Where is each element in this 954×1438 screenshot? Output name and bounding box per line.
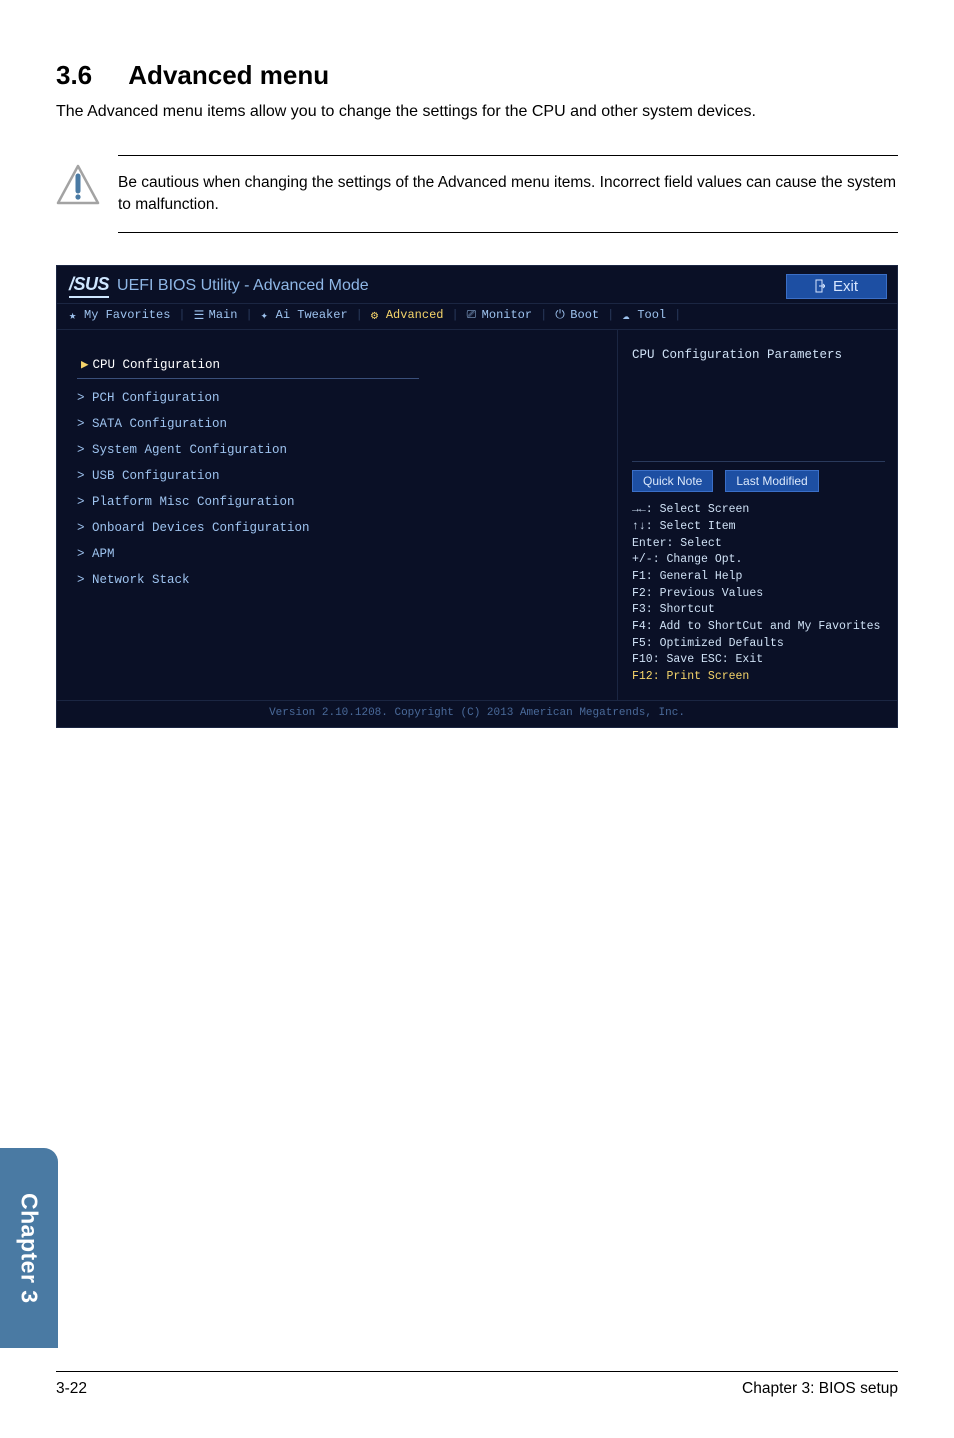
tab-tweaker[interactable]: ✦Ai Tweaker: [261, 308, 348, 323]
selection-marker-icon: ▶: [81, 358, 89, 372]
hint-line: →←: Select Screen: [632, 502, 885, 519]
hint-line: Enter: Select: [632, 536, 885, 553]
menu-item-platform-misc-config[interactable]: > Platform Misc Configuration: [73, 489, 607, 515]
tab-tool[interactable]: ☁Tool: [622, 308, 666, 323]
section-title-text: Advanced menu: [128, 60, 329, 90]
power-icon: ⏻: [555, 308, 567, 322]
tab-boot[interactable]: ⏻Boot: [555, 308, 599, 322]
asus-logo: /SUS: [69, 274, 109, 298]
hint-line: F1: General Help: [632, 569, 885, 586]
menu-item-usb-config[interactable]: > USB Configuration: [73, 463, 607, 489]
tab-main[interactable]: ☰Main: [194, 308, 238, 323]
bios-subtitle: UEFI BIOS Utility - Advanced Mode: [117, 277, 369, 295]
advanced-icon: ⚙: [371, 308, 383, 323]
menu-item-system-agent-config[interactable]: > System Agent Configuration: [73, 437, 607, 463]
star-icon: ★: [69, 308, 81, 323]
chip-icon: ✦: [261, 308, 273, 323]
page-number: 3-22: [56, 1380, 87, 1398]
tool-icon: ☁: [622, 308, 634, 323]
list-icon: ☰: [194, 308, 206, 323]
hint-line: F3: Shortcut: [632, 602, 885, 619]
item-description: CPU Configuration Parameters: [632, 344, 885, 362]
hint-line: F5: Optimized Defaults: [632, 636, 885, 653]
menu-item-apm[interactable]: > APM: [73, 541, 607, 567]
hint-line: F10: Save ESC: Exit: [632, 652, 885, 669]
last-modified-button[interactable]: Last Modified: [725, 470, 818, 492]
bios-titlebar: /SUS UEFI BIOS Utility - Advanced Mode E…: [57, 266, 897, 304]
bios-screenshot: /SUS UEFI BIOS Utility - Advanced Mode E…: [56, 265, 898, 728]
page-footer: 3-22 Chapter 3: BIOS setup: [56, 1371, 898, 1398]
menu-item-onboard-devices-config[interactable]: > Onboard Devices Configuration: [73, 515, 607, 541]
chapter-title-footer: Chapter 3: BIOS setup: [742, 1380, 898, 1398]
quick-note-button[interactable]: Quick Note: [632, 470, 713, 492]
exit-icon: [815, 279, 825, 293]
section-heading: 3.6 Advanced menu: [56, 60, 898, 91]
menu-item-network-stack[interactable]: > Network Stack: [73, 567, 607, 593]
hint-line: F4: Add to ShortCut and My Favorites: [632, 619, 885, 636]
exit-button[interactable]: Exit: [786, 274, 887, 299]
hint-line: ↑↓: Select Item: [632, 519, 885, 536]
caution-icon: [56, 163, 100, 207]
hint-line: +/-: Change Opt.: [632, 552, 885, 569]
bios-tabs: ★My Favorites| ☰Main| ✦Ai Tweaker| ⚙Adva…: [57, 304, 897, 330]
tab-favorites[interactable]: ★My Favorites: [69, 308, 170, 323]
monitor-icon: ⎚: [467, 308, 479, 322]
bios-menu-list: ▶CPU Configuration > PCH Configuration >…: [57, 330, 617, 700]
menu-item-sata-config[interactable]: > SATA Configuration: [73, 411, 607, 437]
key-hints: →←: Select Screen ↑↓: Select Item Enter:…: [632, 502, 885, 685]
hint-line: F12: Print Screen: [632, 669, 885, 686]
chapter-side-tab-label: Chapter 3: [16, 1193, 43, 1304]
section-lead: The Advanced menu items allow you to cha…: [56, 101, 898, 123]
section-number: 3.6: [56, 60, 92, 90]
hint-line: F2: Previous Values: [632, 586, 885, 603]
tab-monitor[interactable]: ⎚Monitor: [467, 308, 532, 322]
bios-right-panel: CPU Configuration Parameters Quick Note …: [617, 330, 897, 700]
tab-advanced[interactable]: ⚙Advanced: [371, 308, 444, 323]
exit-label: Exit: [833, 278, 858, 295]
chapter-side-tab: Chapter 3: [0, 1148, 58, 1348]
caution-text: Be cautious when changing the settings o…: [118, 155, 898, 232]
menu-item-pch-config[interactable]: > PCH Configuration: [73, 385, 607, 411]
bios-version-footer: Version 2.10.1208. Copyright (C) 2013 Am…: [57, 700, 897, 727]
menu-item-cpu-config[interactable]: ▶CPU Configuration: [73, 344, 607, 385]
caution-note: Be cautious when changing the settings o…: [56, 155, 898, 232]
